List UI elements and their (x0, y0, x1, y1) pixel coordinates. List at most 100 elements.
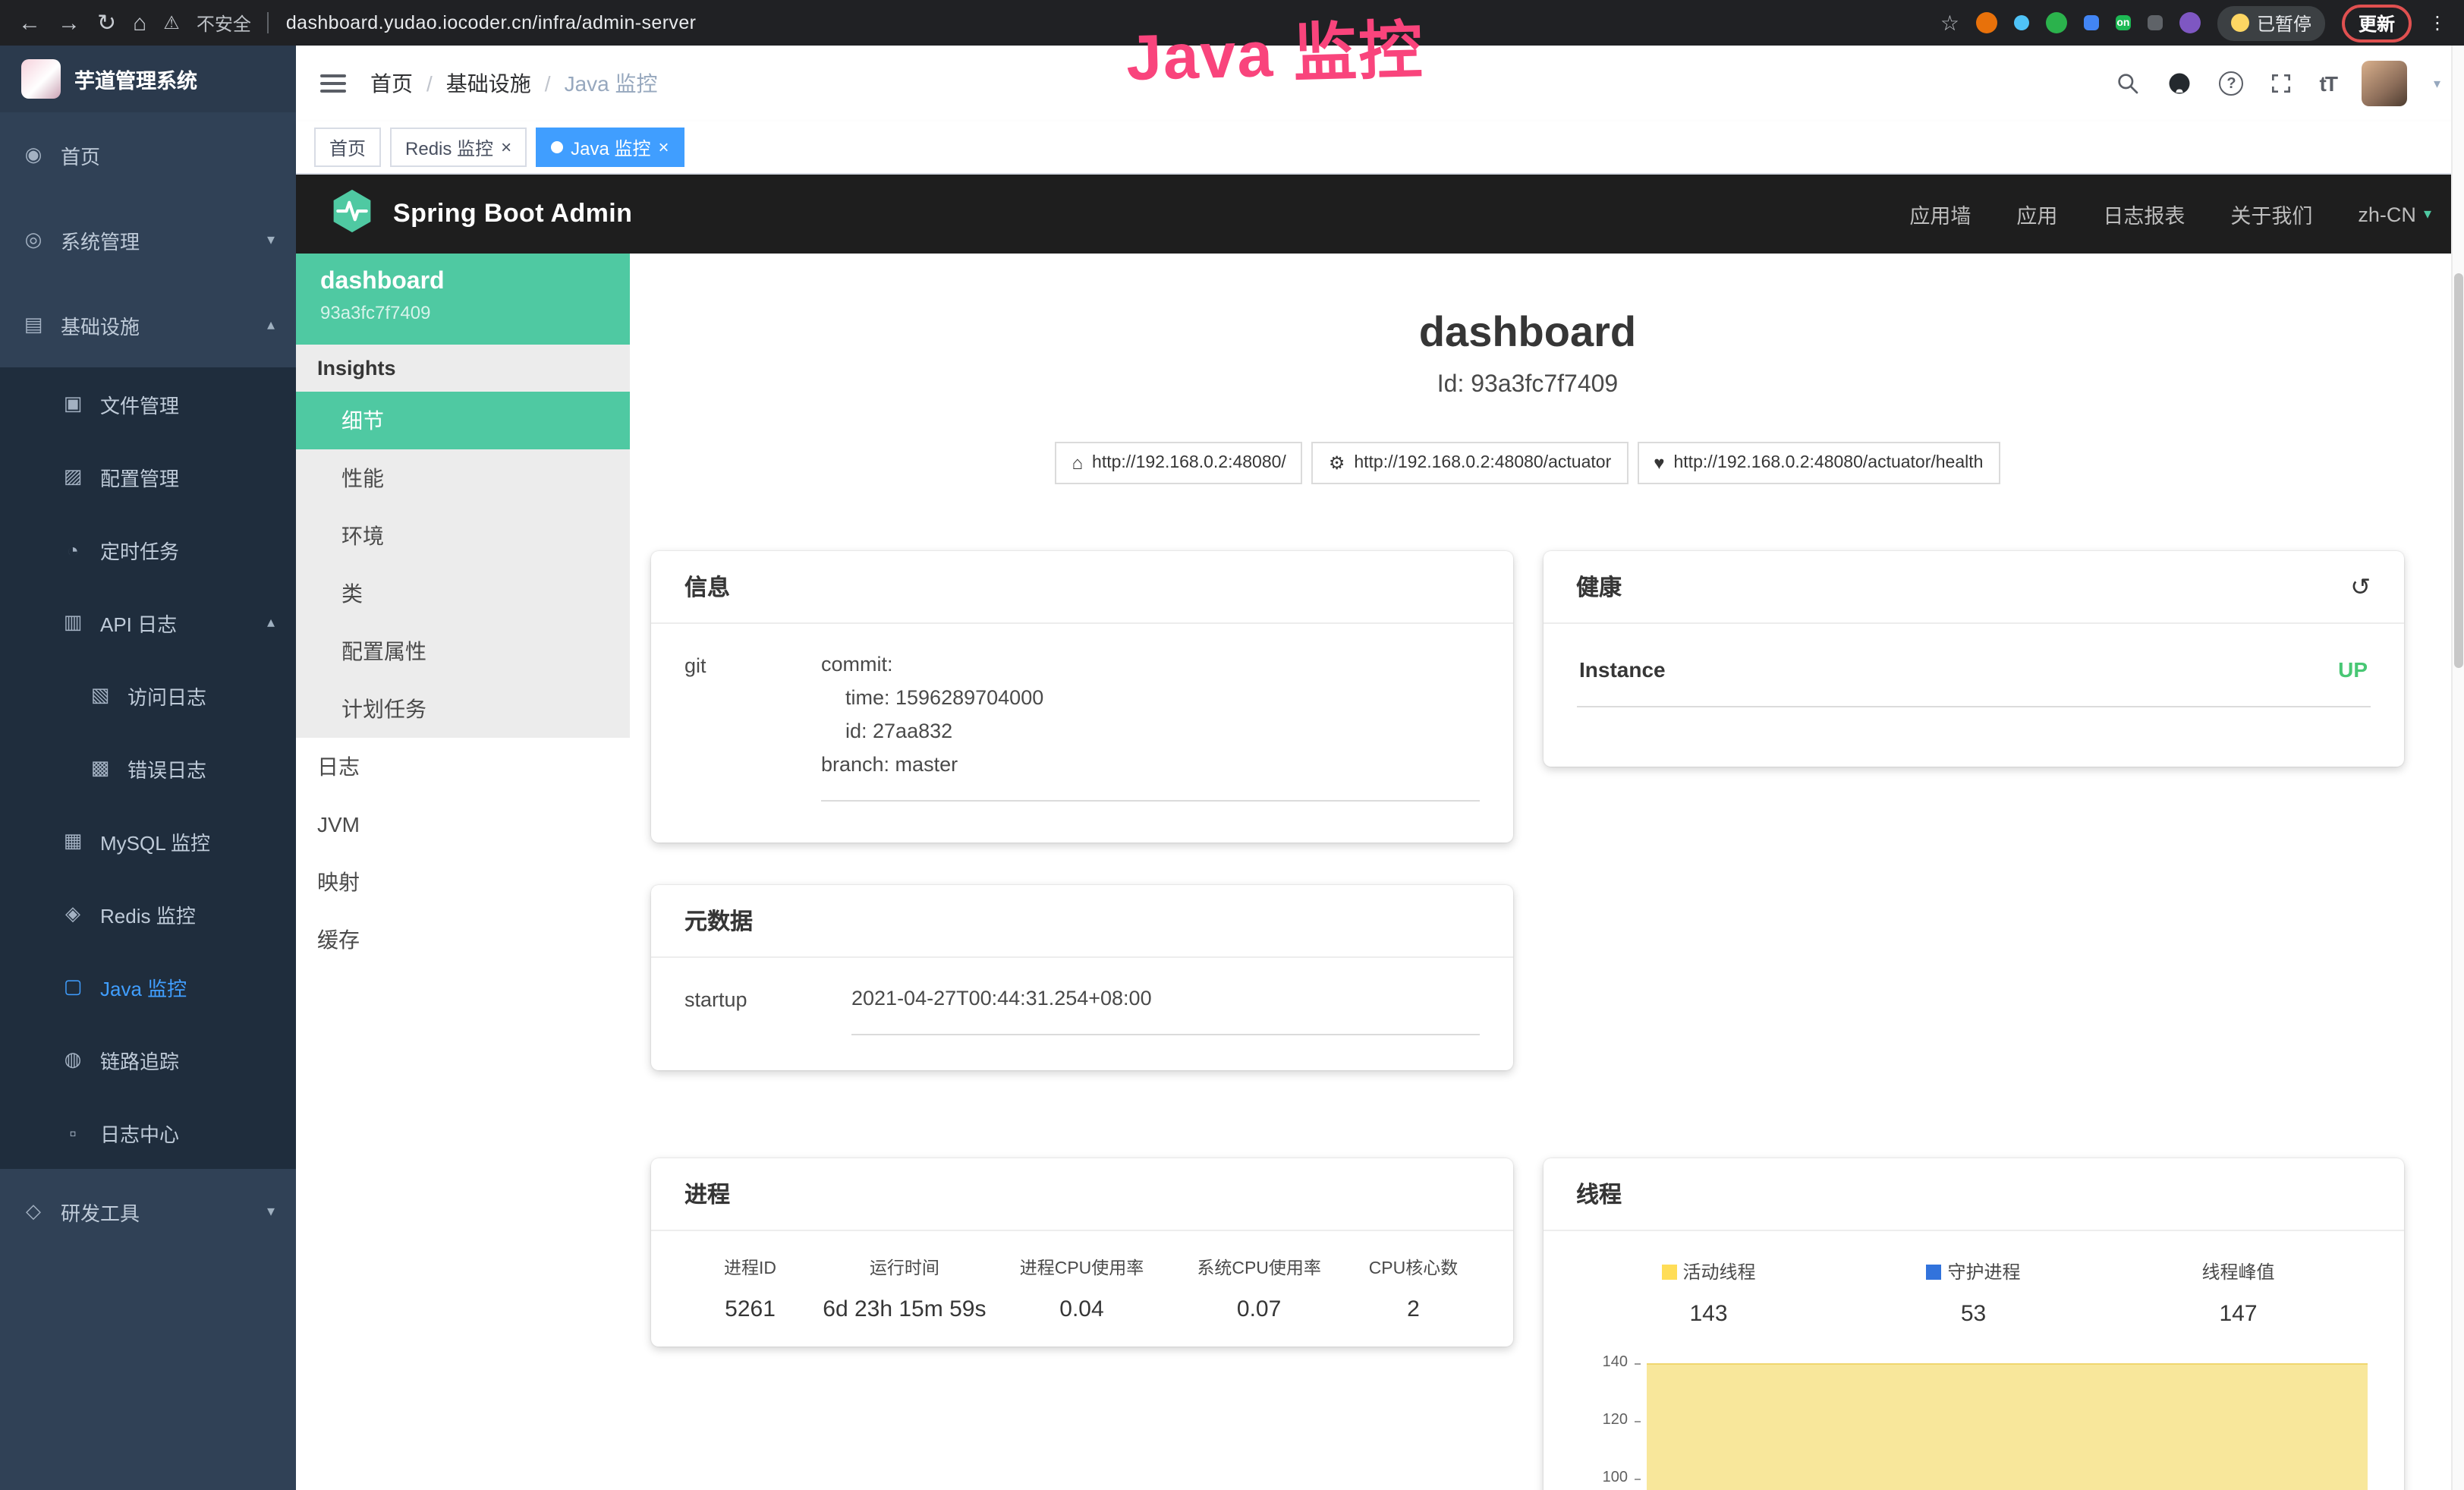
locale-select[interactable]: zh-CN ▾ (2358, 203, 2431, 225)
metadata-card: 元数据 startup 2021-04-27T00:44:31.254+08:0… (651, 885, 1512, 1070)
sidebar-item-java[interactable]: ▢ Java 监控 (0, 950, 296, 1023)
info-key: git (684, 648, 821, 802)
browser-menu-icon[interactable]: ⋮ (2428, 12, 2447, 33)
service-url-chip[interactable]: ⌂ http://192.168.0.2:48080/ (1056, 442, 1303, 484)
home-nav-icon[interactable]: ⌂ (133, 10, 146, 36)
legend-peak: 线程峰值 147 (2106, 1258, 2371, 1327)
sidebar-item-file[interactable]: ▣ 文件管理 (0, 367, 296, 440)
help-icon[interactable]: ? (2220, 71, 2244, 96)
sba-nav-about[interactable]: 关于我们 (2230, 199, 2312, 229)
health-row[interactable]: Instance UP (1576, 648, 2371, 707)
tab-java[interactable]: Java 监控 × (536, 128, 684, 167)
sidebar-item-label: 文件管理 (100, 389, 179, 418)
sba-nav-applications[interactable]: 应用 (2016, 199, 2057, 229)
heart-icon: ♥ (1654, 452, 1664, 474)
sba-item-configprops[interactable]: 配置属性 (296, 622, 630, 680)
chevron-down-icon: ▾ (2424, 206, 2431, 222)
tab-redis[interactable]: Redis 监控 × (390, 128, 527, 167)
sba-nav-wallboard[interactable]: 应用墙 (1909, 199, 1971, 229)
sidebar-item-system[interactable]: ◎ 系统管理 ▾ (0, 197, 296, 282)
y-extension-icon[interactable] (2046, 12, 2067, 33)
breadcrumb-infra[interactable]: 基础设施 (446, 68, 531, 99)
sidebar-item-label: 定时任务 (100, 535, 179, 564)
info-card: 信息 git commit: time: 1596289704000 id: 2… (651, 551, 1512, 843)
sidebar-item-errorlog[interactable]: ▩ 错误日志 (0, 732, 296, 805)
sidebar-item-apilog[interactable]: ▥ API 日志 ▴ (0, 586, 296, 659)
sidebar-item-accesslog[interactable]: ▧ 访问日志 (0, 659, 296, 732)
reload-icon[interactable]: ↻ (97, 9, 116, 36)
metadata-card-title: 元数据 (684, 905, 753, 937)
scrollbar[interactable] (2451, 46, 2464, 1490)
health-url-chip[interactable]: ♥ http://192.168.0.2:48080/actuator/heal… (1637, 442, 2000, 484)
error-log-icon: ▩ (88, 756, 112, 780)
sidebar-item-devtools[interactable]: ◇ 研发工具 ▾ (0, 1169, 296, 1254)
font-size-icon[interactable]: tT (2320, 71, 2337, 96)
sidebar-item-redis[interactable]: ◈ Redis 监控 (0, 877, 296, 950)
threads-card: 线程 活动线程 143 (1543, 1158, 2404, 1490)
chevron-down-icon[interactable]: ▾ (2434, 75, 2440, 92)
hamburger-icon[interactable] (320, 74, 346, 93)
drop-extension-icon[interactable] (2014, 15, 2029, 30)
sba-brand[interactable]: Spring Boot Admin (393, 199, 632, 229)
avatar[interactable] (2362, 61, 2408, 106)
sidebar-item-config[interactable]: ▨ 配置管理 (0, 440, 296, 513)
app-logo-row[interactable]: 芋道管理系统 (0, 46, 296, 112)
y-tick-100: 100 (1576, 1470, 1628, 1486)
grid-extension-icon[interactable] (2084, 15, 2099, 30)
bookmark-star-icon[interactable]: ☆ (1940, 10, 1959, 36)
instance-tile[interactable]: dashboard 93a3fc7f7409 (296, 254, 630, 345)
history-icon[interactable]: ↺ (2350, 572, 2371, 602)
sba-item-cache[interactable]: 缓存 (296, 911, 630, 969)
sba-item-mappings[interactable]: 映射 (296, 853, 630, 911)
browser-chrome: ← → ↻ ⌂ ⚠ 不安全 dashboard.yudao.iocoder.cn… (0, 0, 2464, 46)
sidebar-item-logcenter[interactable]: ▫ 日志中心 (0, 1096, 296, 1169)
sidebar-item-trace[interactable]: ◍ 链路追踪 (0, 1023, 296, 1096)
threads-card-title: 线程 (1576, 1178, 1622, 1210)
tools-icon: ◇ (21, 1199, 46, 1224)
warning-icon[interactable]: ⚠ (163, 12, 180, 33)
sidebar-item-job[interactable]: ◔ 定时任务 (0, 513, 296, 586)
chevron-up-icon: ▴ (267, 614, 275, 631)
edit-icon: ▨ (61, 465, 85, 489)
app-logo (21, 59, 61, 99)
chrome-update-button[interactable]: 更新 (2342, 4, 2412, 42)
pen-extension-icon[interactable] (2148, 15, 2163, 30)
sidebar-item-mysql[interactable]: ▦ MySQL 监控 (0, 805, 296, 877)
breadcrumb-home[interactable]: 首页 (370, 68, 413, 99)
scrollbar-thumb[interactable] (2454, 273, 2463, 668)
sba-nav-journal[interactable]: 日志报表 (2103, 199, 2185, 229)
chevron-down-icon: ▾ (267, 232, 275, 248)
sba-item-metrics[interactable]: 性能 (296, 449, 630, 507)
spring-boot-admin-logo-icon[interactable] (329, 187, 375, 241)
sidebar-item-infra[interactable]: ▤ 基础设施 ▴ (0, 282, 296, 367)
actuator-url-chip[interactable]: ⚙ http://192.168.0.2:48080/actuator (1312, 442, 1628, 484)
sba-item-classes[interactable]: 类 (296, 565, 630, 622)
fox-extension-icon[interactable] (1976, 12, 1997, 33)
sba-item-jvm[interactable]: JVM (296, 795, 630, 853)
sba-item-logs[interactable]: 日志 (296, 738, 630, 795)
address-bar[interactable]: dashboard.yudao.iocoder.cn/infra/admin-s… (268, 12, 697, 33)
col-header: CPU核心数 (1348, 1255, 1479, 1280)
back-icon[interactable]: ← (18, 10, 41, 36)
sba-item-environment[interactable]: 环境 (296, 507, 630, 565)
forward-icon[interactable]: → (58, 10, 80, 36)
on-extension-icon[interactable]: on (2116, 15, 2131, 30)
puzzle-extension-icon[interactable] (2179, 12, 2201, 33)
sidebar-item-label: 访问日志 (127, 681, 206, 710)
insights-group-label: Insights (296, 345, 630, 392)
sidebar-item-home[interactable]: ◉ 首页 (0, 112, 296, 197)
col-value: 2 (1348, 1296, 1479, 1322)
fullscreen-icon[interactable] (2270, 71, 2294, 96)
security-label[interactable]: 不安全 (197, 10, 251, 36)
github-icon[interactable] (2167, 70, 2194, 97)
sba-item-details[interactable]: 细节 (296, 392, 630, 449)
database-icon: ▦ (61, 829, 85, 853)
paused-extension-badge[interactable]: 已暂停 (2217, 5, 2325, 40)
tab-home[interactable]: 首页 (314, 128, 381, 167)
search-icon[interactable] (2116, 71, 2141, 96)
smiley-icon (2231, 14, 2249, 32)
close-icon[interactable]: × (658, 138, 669, 156)
close-icon[interactable]: × (501, 138, 511, 156)
sba-nav-links: 应用墙 应用 日志报表 关于我们 zh-CN ▾ (1909, 199, 2431, 229)
sba-item-scheduledtasks[interactable]: 计划任务 (296, 680, 630, 738)
